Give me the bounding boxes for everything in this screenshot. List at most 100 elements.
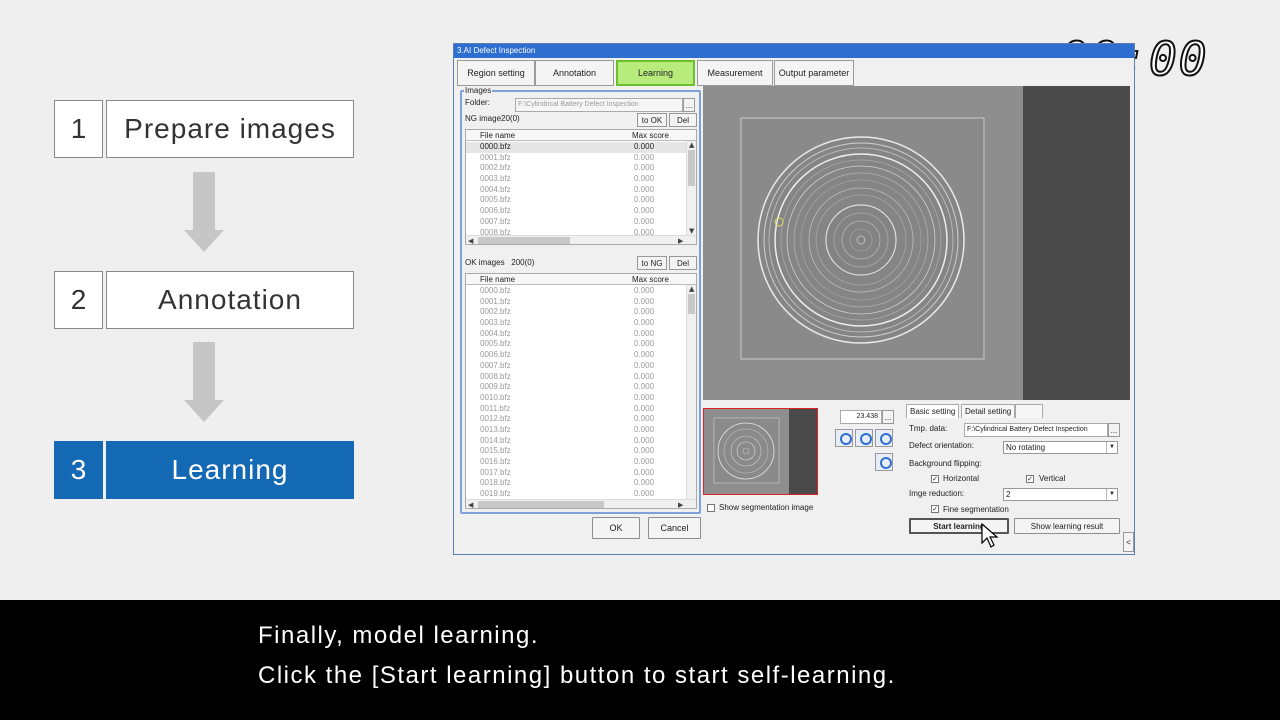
step-number: 1 <box>54 100 103 158</box>
tab-empty[interactable] <box>1015 404 1043 418</box>
table-row[interactable]: 0005.bfz 0.000 <box>466 339 686 350</box>
horizontal-checkbox[interactable]: ✓ <box>931 475 939 483</box>
vertical-label: Vertical <box>1039 474 1066 483</box>
ng-label-text: NG image <box>465 114 502 123</box>
tab-learning[interactable]: Learning <box>616 60 695 86</box>
tab-output-parameter[interactable]: Output parameter <box>774 60 854 86</box>
step-annotation: 2 Annotation <box>54 271 354 329</box>
tab-detail-setting[interactable]: Detail setting <box>961 404 1016 418</box>
table-row[interactable]: 0012.bfz 0.000 <box>466 414 686 425</box>
chevron-down-icon: ▼ <box>1106 442 1117 453</box>
ok-button[interactable]: OK <box>592 517 640 539</box>
thumbnail-view[interactable] <box>703 408 818 495</box>
tmp-data-browse-button[interactable]: ... <box>1108 423 1120 437</box>
ok-image-list[interactable]: File name Max score 0000.bfz 0.000 0001.b… <box>465 273 697 509</box>
table-row[interactable]: 0000.bfz 0.000 <box>466 286 686 297</box>
step-label: Learning <box>106 441 354 499</box>
table-row[interactable]: 0002.bfz 0.000 <box>466 307 686 318</box>
table-row[interactable]: 0009.bfz 0.000 <box>466 382 686 393</box>
defect-orientation-label: Defect orientation: <box>909 441 974 450</box>
table-row[interactable]: 0002.bfz 0.000 <box>466 163 686 174</box>
fine-segmentation-checkbox[interactable]: ✓ <box>931 505 939 513</box>
step-number: 3 <box>54 441 103 499</box>
table-row[interactable]: 0016.bfz 0.000 <box>466 457 686 468</box>
table-row[interactable]: 0003.bfz 0.000 <box>466 174 686 185</box>
cancel-button[interactable]: Cancel <box>648 517 701 539</box>
tab-basic-setting[interactable]: Basic setting <box>906 404 960 418</box>
ok-horizontal-scrollbar[interactable]: ◀ ▶ <box>466 499 696 508</box>
table-row[interactable]: 0001.bfz 0.000 <box>466 297 686 308</box>
table-row[interactable]: 0006.bfz 0.000 <box>466 206 686 217</box>
to-ng-button[interactable]: to NG <box>637 256 667 270</box>
subtitle-line-2: Click the [Start learning] button to sta… <box>258 662 896 689</box>
table-row[interactable]: 0001.bfz 0.000 <box>466 153 686 164</box>
table-row[interactable]: 0003.bfz 0.000 <box>466 318 686 329</box>
table-row[interactable]: 0004.bfz 0.000 <box>466 185 686 196</box>
ai-defect-inspection-window: 3.AI Defect Inspection Region setting An… <box>453 43 1135 555</box>
show-learning-result-button[interactable]: Show learning result <box>1014 518 1120 534</box>
step-label: Prepare images <box>106 100 354 158</box>
table-row[interactable]: 0013.bfz 0.000 <box>466 425 686 436</box>
zoom-out-icon[interactable] <box>855 429 873 447</box>
ok-vertical-scrollbar[interactable]: ▲ <box>686 285 696 499</box>
folder-label: Folder: <box>465 98 490 107</box>
to-ok-button[interactable]: to OK <box>637 113 667 127</box>
table-row[interactable]: 0000.bfz 0.000 <box>466 142 686 153</box>
table-row[interactable]: 0010.bfz 0.000 <box>466 393 686 404</box>
image-reduction-select[interactable]: 2 ▼ <box>1003 488 1118 501</box>
folder-browse-button[interactable]: ... <box>683 98 695 112</box>
defect-orientation-select[interactable]: No rotating ▼ <box>1003 441 1118 454</box>
table-row[interactable]: 0006.bfz 0.000 <box>466 350 686 361</box>
zoom-in-icon[interactable] <box>835 429 853 447</box>
table-row[interactable]: 0007.bfz 0.000 <box>466 361 686 372</box>
zoom-fit-icon[interactable] <box>875 429 893 447</box>
move-view-icon[interactable] <box>875 453 893 471</box>
folder-field[interactable]: F:\Cylindrical Battery Defect Inspection <box>515 98 683 112</box>
table-row[interactable]: 0011.bfz 0.000 <box>466 404 686 415</box>
table-row[interactable]: 0017.bfz 0.000 <box>466 468 686 479</box>
step-prepare-images: 1 Prepare images <box>54 100 354 158</box>
table-row[interactable]: 0008.bfz 0.000 <box>466 372 686 383</box>
ok-images-label: OK images 200(0) <box>465 258 534 267</box>
tmp-data-label: Tmp. data: <box>909 424 948 433</box>
ng-count: 20(0) <box>501 114 520 123</box>
tmp-data-field[interactable]: F:\Cylindrical Battery Defect Inspection <box>964 423 1108 437</box>
table-row[interactable]: 0007.bfz 0.000 <box>466 217 686 228</box>
scroll-up-icon[interactable]: ▲ <box>689 141 694 149</box>
tab-region-setting[interactable]: Region setting <box>457 60 535 86</box>
side-collapse-button[interactable]: < <box>1123 532 1134 552</box>
ng-horizontal-scrollbar[interactable]: ◀ ▶ <box>466 235 696 244</box>
scroll-right-icon[interactable]: ▶ <box>678 501 683 508</box>
ng-image-list[interactable]: File name Max score 0000.bfz 0.000 0001.b… <box>465 129 697 245</box>
fine-segmentation-label: Fine segmentation <box>943 505 1009 514</box>
battery-thumbnail <box>713 417 780 484</box>
table-row[interactable]: 0015.bfz 0.000 <box>466 446 686 457</box>
vertical-checkbox[interactable]: ✓ <box>1026 475 1034 483</box>
scroll-left-icon[interactable]: ◀ <box>468 501 473 508</box>
window-title: 3.AI Defect Inspection <box>454 44 1134 58</box>
show-segmentation-checkbox[interactable] <box>707 504 715 512</box>
step-label: Annotation <box>106 271 354 329</box>
scroll-right-icon[interactable]: ▶ <box>678 237 683 244</box>
learning-settings-panel: Basic setting Detail setting Tmp. data: … <box>904 404 1129 548</box>
scroll-left-icon[interactable]: ◀ <box>468 237 473 244</box>
background-flipping-label: Background flipping: <box>909 459 982 468</box>
scroll-up-icon[interactable]: ▲ <box>689 285 694 293</box>
table-row[interactable]: 0018.bfz 0.000 <box>466 478 686 489</box>
tab-annotation[interactable]: Annotation <box>535 60 614 86</box>
table-row[interactable]: 0014.bfz 0.000 <box>466 436 686 447</box>
subtitle-bar: Finally, model learning. Click the [Star… <box>0 600 1280 720</box>
zoom-value-button[interactable]: ... <box>882 410 894 424</box>
zoom-value-field[interactable]: 23.438 <box>840 410 882 424</box>
ng-vertical-scrollbar[interactable]: ▲ ▼ <box>686 141 696 235</box>
table-row[interactable]: 0005.bfz 0.000 <box>466 195 686 206</box>
list-header: File name Max score <box>466 274 696 285</box>
ng-del-button[interactable]: Del <box>669 113 697 127</box>
images-group: Images Folder: F:\Cylindrical Battery De… <box>460 86 701 514</box>
step-number: 2 <box>54 271 103 329</box>
ok-del-button[interactable]: Del <box>669 256 697 270</box>
tab-measurement[interactable]: Measurement <box>697 60 773 86</box>
table-row[interactable]: 0004.bfz 0.000 <box>466 329 686 340</box>
image-viewer[interactable] <box>703 86 1130 400</box>
scroll-down-icon[interactable]: ▼ <box>689 227 694 235</box>
